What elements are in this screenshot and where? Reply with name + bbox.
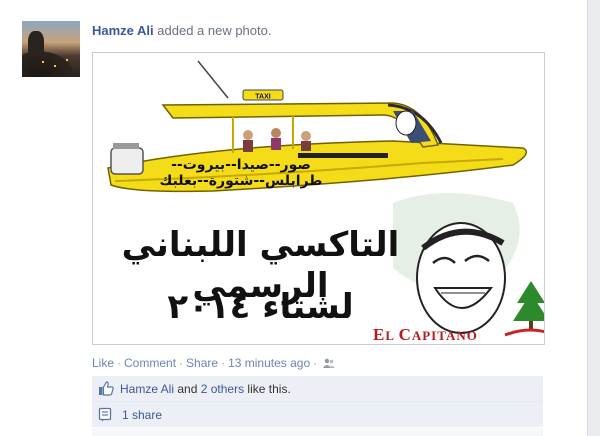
shares-summary: 1 share: [92, 402, 543, 427]
motor-cap: [113, 143, 139, 149]
driver-face: [395, 110, 417, 136]
cedar-tree: [517, 281, 544, 303]
avatar-light: [66, 59, 68, 61]
passenger-body: [301, 141, 311, 151]
like-link[interactable]: Like: [92, 356, 114, 370]
share-count-link[interactable]: 1 share: [122, 408, 162, 422]
people-icon[interactable]: [323, 357, 336, 371]
thumbs-up-icon: [98, 381, 114, 399]
action-separator: ·: [179, 356, 184, 370]
action-separator: ·: [117, 356, 122, 370]
passenger-body: [271, 138, 281, 150]
action-separator: ·: [313, 356, 318, 370]
photo-brand-logo: EL CAPITANO: [373, 325, 478, 344]
likes-summary: Hamze Ali and 2 others like this.: [92, 376, 543, 402]
photo-subline: لشتاء ٢٠١٤: [167, 287, 354, 327]
share-icon: [98, 407, 113, 425]
avatar-light: [42, 61, 44, 63]
likes-and: and: [174, 382, 201, 396]
taxi-sign-text: TAXI: [255, 94, 270, 101]
brand-first-letter: E: [373, 325, 386, 344]
likes-suffix: like this.: [244, 382, 291, 396]
author-avatar[interactable]: [22, 21, 80, 77]
outboard-motor: [110, 147, 144, 175]
passenger-head: [243, 130, 253, 140]
antenna: [197, 60, 229, 99]
others-link[interactable]: 2 others: [201, 382, 244, 396]
timestamp-link[interactable]: 13 minutes ago: [228, 356, 310, 370]
page-scroll-edge: [587, 0, 600, 436]
passenger-head: [301, 131, 311, 141]
brand-mid-letter: L: [385, 328, 399, 343]
brand-cap-letter: C: [398, 325, 412, 344]
avatar-light: [54, 65, 56, 67]
post-photo[interactable]: TAXI صور--صيدا--بيروت--طرابلس--شتورة--بع…: [92, 52, 545, 345]
story-header: Hamze Ali added a new photo.: [92, 23, 271, 38]
boat-cities-text: صور--صيدا--بيروت--طرابلس--شتورة--بعلبك: [159, 157, 323, 189]
brand-rest-text: APITANO: [411, 328, 478, 343]
action-separator: ·: [221, 356, 226, 370]
passenger-head: [271, 128, 281, 138]
comment-area-edge: [92, 428, 543, 436]
cedar-ribbon: [504, 328, 544, 337]
author-name-link[interactable]: Hamze Ali: [92, 23, 154, 38]
comment-link[interactable]: Comment: [124, 356, 176, 370]
post-actions-bar: Like · Comment · Share · 13 minutes ago ·: [92, 356, 336, 371]
avatar-hill-shape: [22, 47, 80, 77]
liker-name-link[interactable]: Hamze Ali: [120, 382, 174, 396]
likes-text: Hamze Ali and 2 others like this.: [120, 382, 291, 396]
passenger-body: [243, 140, 253, 152]
share-link[interactable]: Share: [186, 356, 218, 370]
story-action-text: added a new photo.: [153, 23, 272, 38]
